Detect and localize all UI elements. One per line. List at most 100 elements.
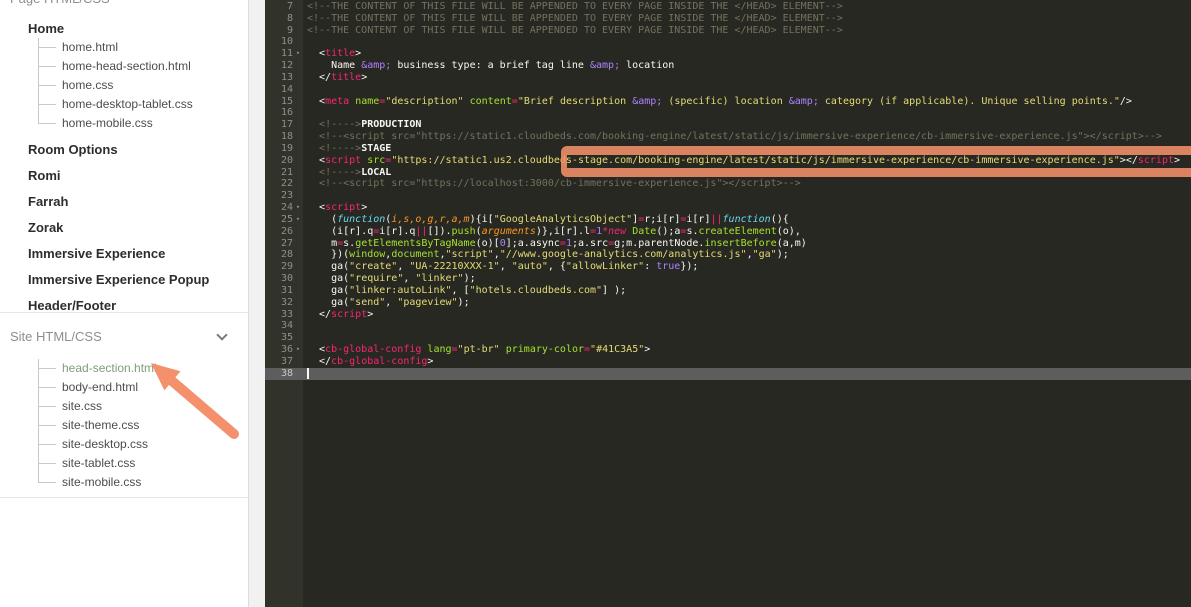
tree-item-head-section-html[interactable]: head-section.html [0, 359, 248, 378]
code-line-11[interactable]: 11▾ <title> [265, 48, 1191, 60]
code-line-31[interactable]: 31 ga("linker:autoLink", ["hotels.cloudb… [265, 285, 1191, 297]
tree-item-home-css[interactable]: home.css [0, 76, 248, 95]
gutter-cell[interactable]: 13 [265, 72, 303, 84]
tree-item-home-mobile-css[interactable]: home-mobile.css [0, 114, 248, 133]
gutter-cell[interactable]: 29 [265, 261, 303, 273]
tree-item-home-head-section-html[interactable]: home-head-section.html [0, 57, 248, 76]
sidebar-group-immersive-experience[interactable]: Immersive Experience [0, 244, 248, 263]
code-text: <!---->STAGE [303, 143, 391, 155]
code-line-8[interactable]: 8<!--THE CONTENT OF THIS FILE WILL BE AP… [265, 13, 1191, 25]
code-line-26[interactable]: 26 (i[r].q=i[r].q||[]).push(arguments)},… [265, 226, 1191, 238]
gutter-cell[interactable]: 10 [265, 36, 303, 48]
code-line-24[interactable]: 24▾ <script> [265, 202, 1191, 214]
site-html-css-section-header[interactable]: Site HTML/CSS [10, 328, 238, 346]
sidebar-group-immersive-experience-popup[interactable]: Immersive Experience Popup [0, 270, 248, 289]
sidebar-group-farrah[interactable]: Farrah [0, 192, 248, 211]
gutter-cell[interactable]: 34 [265, 320, 303, 332]
gutter-cell[interactable]: 18 [265, 131, 303, 143]
code-line-33[interactable]: 33 </script> [265, 309, 1191, 321]
code-line-9[interactable]: 9<!--THE CONTENT OF THIS FILE WILL BE AP… [265, 25, 1191, 37]
gutter-cell[interactable]: 27 [265, 238, 303, 250]
code-line-7[interactable]: 7<!--THE CONTENT OF THIS FILE WILL BE AP… [265, 1, 1191, 13]
code-line-27[interactable]: 27 m=s.getElementsByTagName(o)[0];a.asyn… [265, 238, 1191, 250]
gutter-cell[interactable]: 8 [265, 13, 303, 25]
code-line-23[interactable]: 23 [265, 190, 1191, 202]
chevron-down-icon[interactable] [218, 331, 226, 339]
gutter-cell[interactable]: 9 [265, 25, 303, 37]
code-line-28[interactable]: 28 })(window,document,"script","//www.go… [265, 249, 1191, 261]
sidebar-group-home[interactable]: Home [0, 20, 248, 37]
code-line-34[interactable]: 34 [265, 320, 1191, 332]
sidebar-group-romi[interactable]: Romi [0, 166, 248, 185]
code-line-17[interactable]: 17 <!---->PRODUCTION [265, 119, 1191, 131]
gutter-cell[interactable]: 14 [265, 84, 303, 96]
code-text: <!--THE CONTENT OF THIS FILE WILL BE APP… [303, 13, 843, 25]
code-line-22[interactable]: 22 <!--<script src="https://localhost:30… [265, 178, 1191, 190]
line-number: 38 [265, 368, 293, 380]
gutter-cell[interactable]: 21 [265, 167, 303, 179]
gutter-cell[interactable]: 16 [265, 107, 303, 119]
fold-spacer [293, 1, 303, 13]
code-line-19[interactable]: 19 <!---->STAGE [265, 143, 1191, 155]
gutter-cell[interactable]: 32 [265, 297, 303, 309]
code-line-29[interactable]: 29 ga("create", "UA-22210XXX-1", "auto",… [265, 261, 1191, 273]
gutter-cell[interactable]: 35 [265, 332, 303, 344]
tree-item-site-tablet-css[interactable]: site-tablet.css [0, 454, 248, 473]
code-line-10[interactable]: 10 [265, 36, 1191, 48]
sidebar-group-zorak[interactable]: Zorak [0, 218, 248, 237]
tree-item-body-end-html[interactable]: body-end.html [0, 378, 248, 397]
gutter-cell[interactable]: 24▾ [265, 202, 303, 214]
code-line-30[interactable]: 30 ga("require", "linker"); [265, 273, 1191, 285]
gutter-cell[interactable]: 25▾ [265, 214, 303, 226]
gutter-cell[interactable]: 23 [265, 190, 303, 202]
sidebar-group-room-options[interactable]: Room Options [0, 140, 248, 159]
fold-spacer [293, 273, 303, 285]
code-line-13[interactable]: 13 </title> [265, 72, 1191, 84]
tree-item-home-html[interactable]: home.html [0, 38, 248, 57]
code-line-38[interactable]: 38 [265, 368, 1191, 380]
gutter-cell[interactable]: 11▾ [265, 48, 303, 60]
fold-icon[interactable]: ▾ [293, 202, 303, 214]
fold-spacer [293, 356, 303, 368]
page-html-css-section-label[interactable]: Page HTML/CSS [10, 0, 110, 6]
code-line-25[interactable]: 25▾ (function(i,s,o,g,r,a,m){i["GoogleAn… [265, 214, 1191, 226]
gutter-cell[interactable]: 19 [265, 143, 303, 155]
code-line-20[interactable]: 20 <script src="https://static1.us2.clou… [265, 155, 1191, 167]
code-line-14[interactable]: 14 [265, 84, 1191, 96]
code-line-18[interactable]: 18 <!--<script src="https://static1.clou… [265, 131, 1191, 143]
tree-item-site-css[interactable]: site.css [0, 397, 248, 416]
gutter-cell[interactable]: 7 [265, 1, 303, 13]
tree-item-home-desktop-tablet-css[interactable]: home-desktop-tablet.css [0, 95, 248, 114]
code-line-37[interactable]: 37 </cb-global-config> [265, 356, 1191, 368]
gutter-cell[interactable]: 15 [265, 96, 303, 108]
code-text: <!--<script src="https://static1.cloudbe… [303, 131, 1162, 143]
code-line-35[interactable]: 35 [265, 332, 1191, 344]
gutter-cell[interactable]: 28 [265, 249, 303, 261]
gutter-cell[interactable]: 37 [265, 356, 303, 368]
gutter-cell[interactable]: 22 [265, 178, 303, 190]
gutter-cell[interactable]: 17 [265, 119, 303, 131]
fold-icon[interactable]: ▾ [293, 344, 303, 356]
gutter-cell[interactable]: 36▾ [265, 344, 303, 356]
fold-icon[interactable]: ▾ [293, 48, 303, 60]
tree-item-site-theme-css[interactable]: site-theme.css [0, 416, 248, 435]
code-line-16[interactable]: 16 [265, 107, 1191, 119]
tree-item-site-desktop-css[interactable]: site-desktop.css [0, 435, 248, 454]
gutter-cell[interactable]: 33 [265, 309, 303, 321]
code-line-36[interactable]: 36▾ <cb-global-config lang="pt-br" prima… [265, 344, 1191, 356]
gutter-cell[interactable]: 12 [265, 60, 303, 72]
gutter-cell[interactable]: 30 [265, 273, 303, 285]
code-line-12[interactable]: 12 Name &amp; business type: a brief tag… [265, 60, 1191, 72]
code-line-15[interactable]: 15 <meta name="description" content="Bri… [265, 96, 1191, 108]
code-editor[interactable]: 7<!--THE CONTENT OF THIS FILE WILL BE AP… [265, 0, 1191, 607]
gutter-cell[interactable]: 38 [265, 368, 303, 380]
gutter-cell[interactable]: 31 [265, 285, 303, 297]
code-text: </cb-global-config> [303, 356, 433, 368]
gutter-cell[interactable]: 26 [265, 226, 303, 238]
code-line-21[interactable]: 21 <!---->LOCAL [265, 167, 1191, 179]
tree-item-site-mobile-css[interactable]: site-mobile.css [0, 473, 248, 492]
fold-icon[interactable]: ▾ [293, 214, 303, 226]
code-line-32[interactable]: 32 ga("send", "pageview"); [265, 297, 1191, 309]
sidebar-divider [0, 497, 248, 498]
gutter-cell[interactable]: 20 [265, 155, 303, 167]
